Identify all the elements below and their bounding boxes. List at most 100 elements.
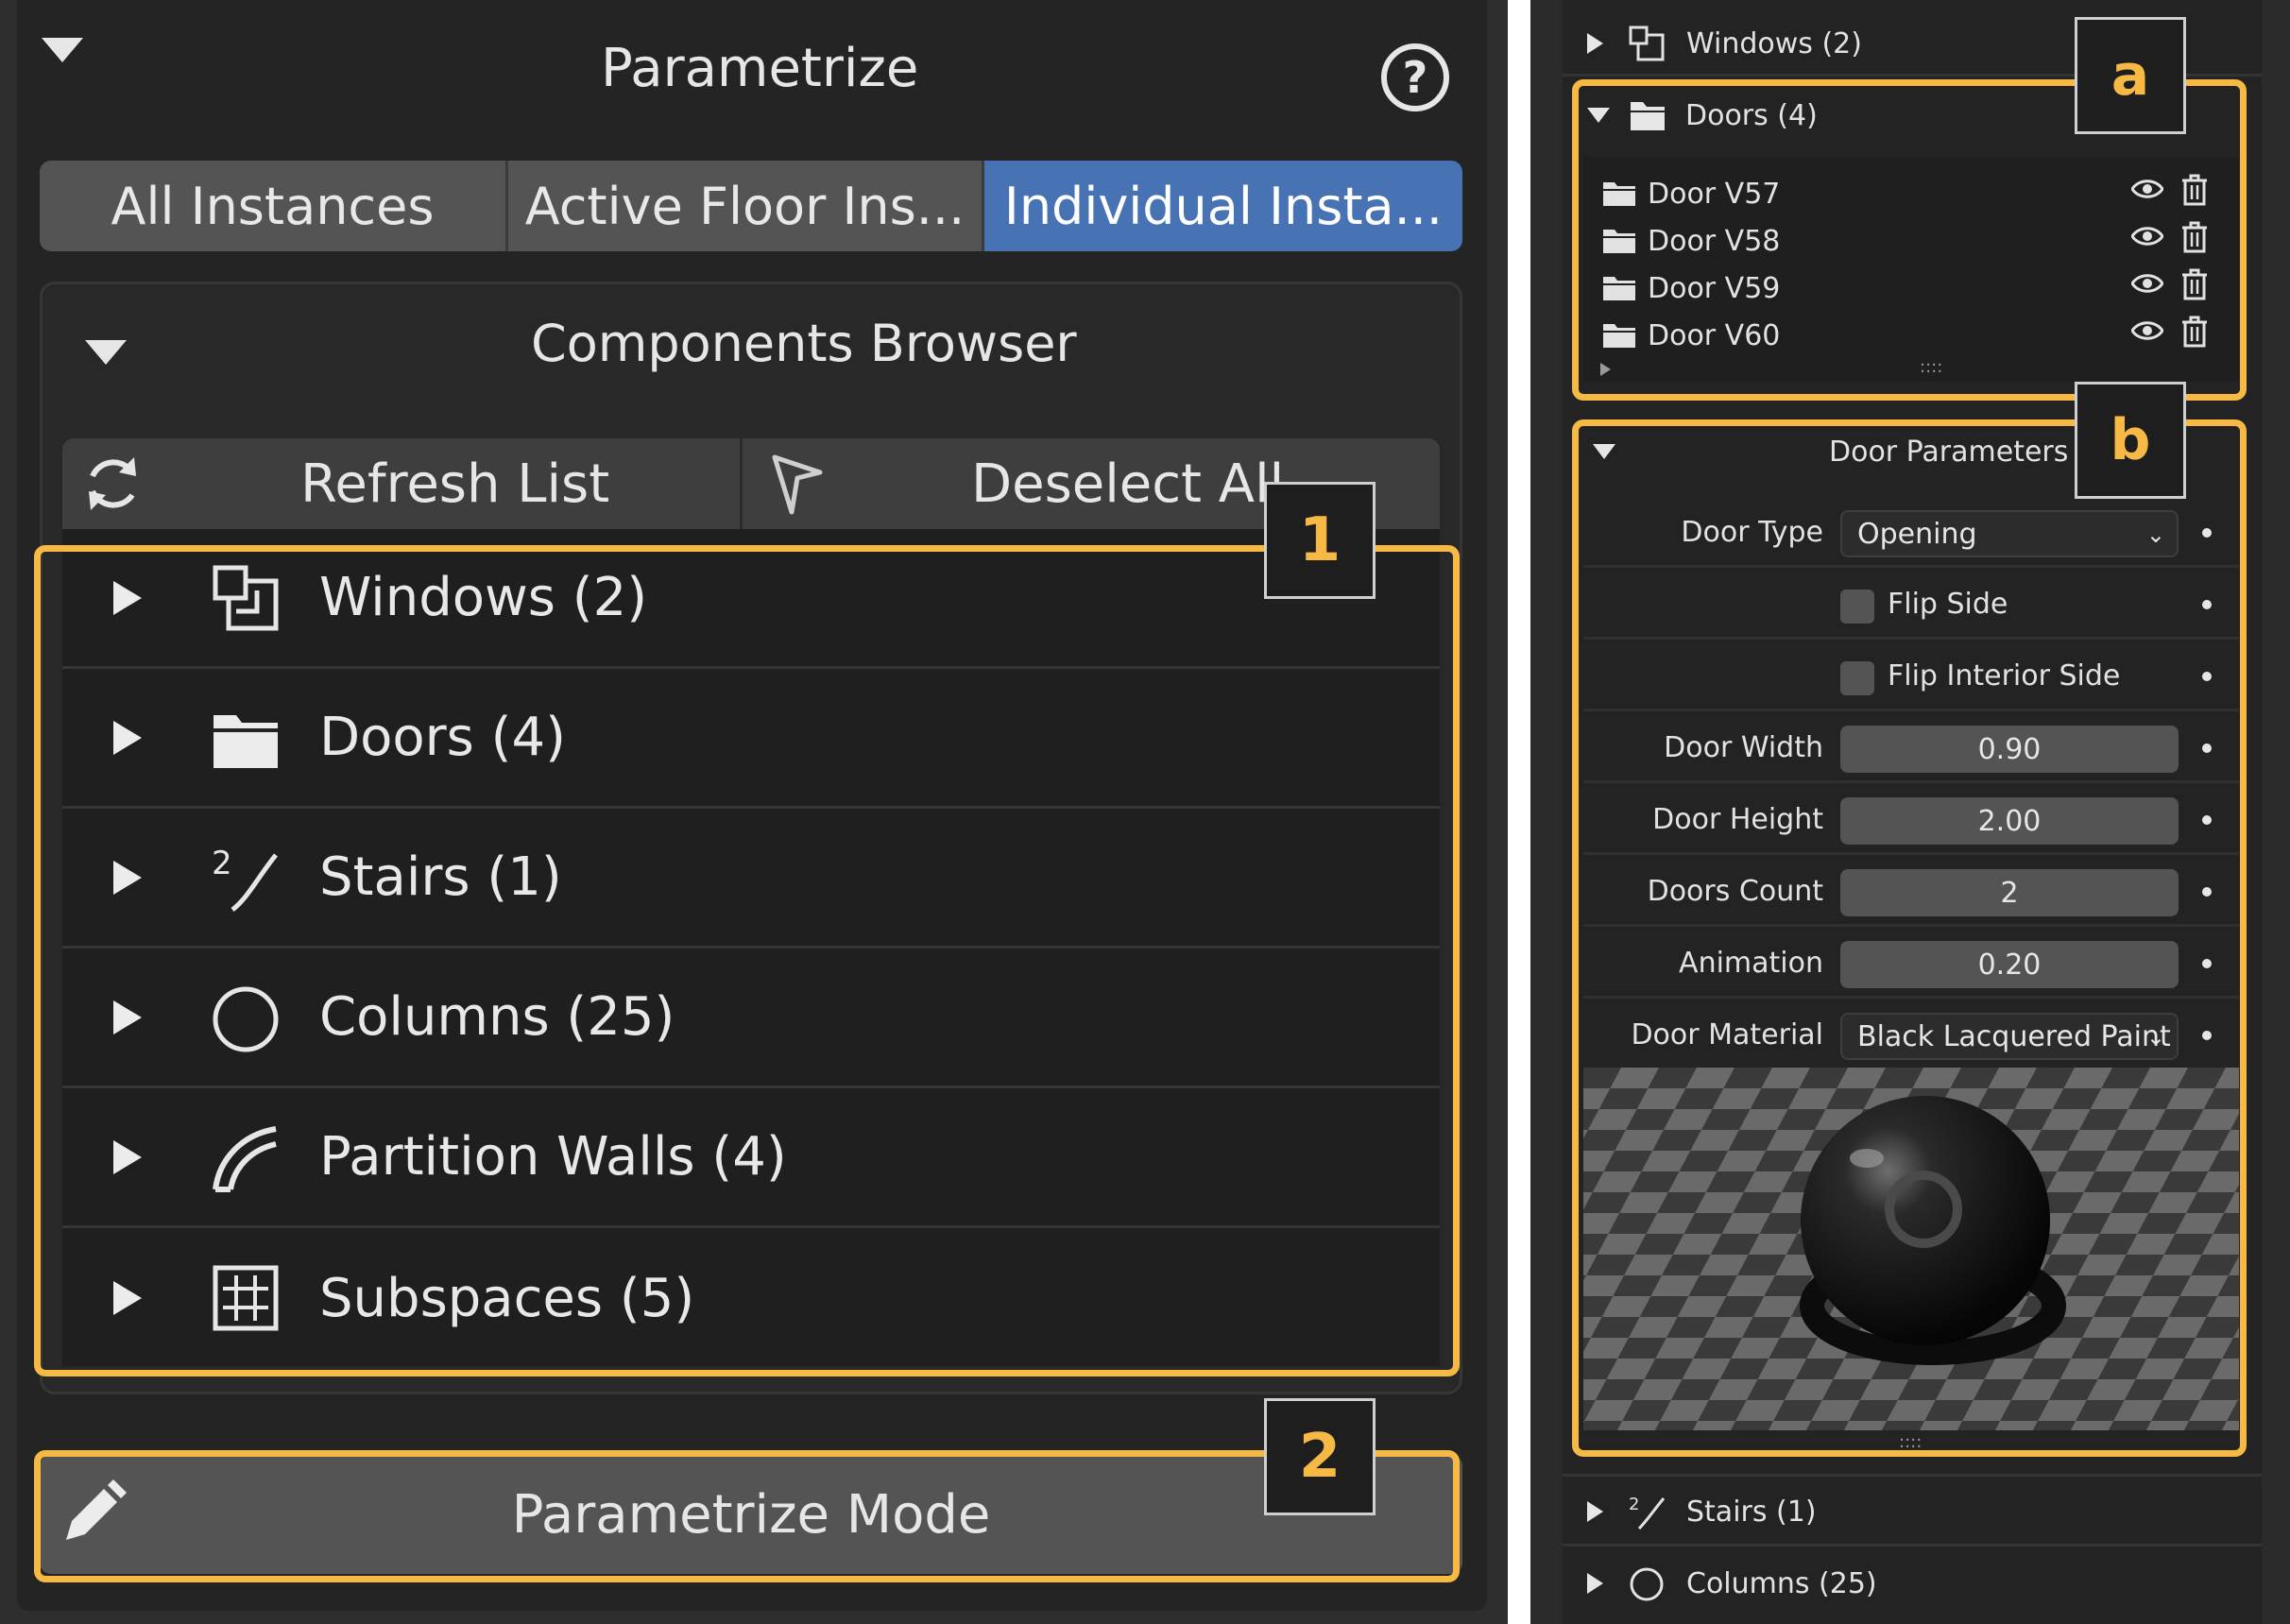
category-label: Stairs (1)	[1686, 1495, 1817, 1529]
expand-icon[interactable]	[113, 860, 142, 895]
category-label: Doors (4)	[319, 707, 566, 768]
param-row-animation: Animation 0.20	[1583, 928, 2239, 999]
keyframe-dot-icon[interactable]	[2202, 959, 2212, 968]
list-item-door-v60[interactable]: Door V60	[1602, 312, 2226, 359]
trash-icon[interactable]	[2180, 316, 2209, 348]
trash-icon[interactable]	[2180, 174, 2209, 206]
refresh-icon	[89, 457, 136, 510]
folder-icon	[208, 700, 283, 776]
door-material-select[interactable]: Black Lacquered Paint ⌄	[1840, 1013, 2179, 1060]
keyframe-dot-icon[interactable]	[2202, 1031, 2212, 1040]
param-row-flip-side: Flip Side	[1583, 569, 2239, 640]
expand-icon[interactable]	[1587, 1501, 1603, 1522]
pencil-icon	[66, 1479, 127, 1540]
refresh-list-button[interactable]: Refresh List	[62, 438, 743, 529]
eye-icon[interactable]	[2131, 273, 2163, 294]
eye-icon[interactable]	[2131, 226, 2163, 247]
trash-icon[interactable]	[2180, 221, 2209, 253]
list-options-icon[interactable]	[1600, 363, 1611, 376]
flip-interior-checkbox[interactable]	[1840, 661, 1874, 695]
refresh-list-label: Refresh List	[300, 453, 610, 515]
param-row-door-width: Door Width 0.90	[1583, 712, 2239, 783]
category-row-columns[interactable]: Columns (25)	[1563, 1557, 2262, 1610]
expand-icon[interactable]	[113, 720, 142, 755]
flip-side-checkbox[interactable]	[1840, 590, 1874, 624]
door-name: Door V57	[1648, 177, 1781, 211]
param-label: Animation	[1679, 947, 1823, 980]
folder-icon	[1603, 182, 1635, 206]
collapse-icon[interactable]	[1593, 444, 1615, 459]
param-label: Door Width	[1664, 731, 1823, 764]
list-item-door-v57[interactable]: Door V57	[1602, 170, 2226, 217]
param-row-flip-interior: Flip Interior Side	[1583, 641, 2239, 711]
window-icon	[1629, 26, 1665, 61]
help-icon[interactable]: ?	[1381, 43, 1449, 111]
callout-badge-1: 1	[1264, 482, 1376, 599]
keyframe-dot-icon[interactable]	[2202, 815, 2212, 825]
category-row-partition-walls[interactable]: Partition Walls (4)	[62, 1088, 1440, 1228]
door-name: Door V58	[1648, 224, 1781, 258]
expand-icon[interactable]	[113, 1281, 142, 1315]
keyframe-dot-icon[interactable]	[2202, 744, 2212, 753]
collapse-icon[interactable]	[1587, 108, 1610, 123]
cursor-arrow-icon	[772, 454, 823, 515]
door-width-field[interactable]: 0.90	[1840, 726, 2179, 773]
eye-icon[interactable]	[2131, 320, 2163, 341]
category-row-doors[interactable]: Doors (4)	[62, 669, 1440, 809]
category-label: Columns (25)	[1686, 1566, 1877, 1600]
select-value: Opening	[1857, 517, 1977, 551]
preview-resize-grip[interactable]: ::::	[1899, 1432, 1922, 1452]
expand-icon[interactable]	[113, 1139, 142, 1174]
category-label: Stairs (1)	[319, 846, 562, 908]
category-row-windows[interactable]: Windows (2)	[62, 529, 1440, 669]
collapse-panel-icon[interactable]	[42, 38, 83, 62]
param-label: Door Type	[1681, 516, 1823, 549]
keyframe-dot-icon[interactable]	[2202, 600, 2212, 609]
category-row-columns[interactable]: Columns (25)	[62, 949, 1440, 1088]
trash-icon[interactable]	[2180, 268, 2209, 300]
svg-text:2: 2	[212, 845, 232, 882]
param-label: Door Height	[1652, 803, 1823, 836]
category-label: Partition Walls (4)	[319, 1126, 787, 1188]
door-list: Door V57 Door V58 Door V59 Door V60 ::::	[1583, 157, 2239, 382]
checkbox-label: Flip Side	[1888, 588, 2008, 621]
list-item-door-v59[interactable]: Door V59	[1602, 265, 2226, 312]
door-name: Door V59	[1648, 271, 1781, 305]
panel-title: Parametrize	[601, 38, 919, 99]
animation-field[interactable]: 0.20	[1840, 941, 2179, 988]
expand-icon[interactable]	[1587, 1573, 1603, 1594]
category-row-subspaces[interactable]: Subspaces (5)	[62, 1228, 1440, 1368]
param-row-doors-count: Doors Count 2	[1583, 856, 2239, 927]
parametrize-mode-button[interactable]: Parametrize Mode	[40, 1455, 1462, 1574]
expand-icon[interactable]	[113, 580, 142, 615]
callout-badge-2: 2	[1264, 1398, 1376, 1515]
eye-icon[interactable]	[2131, 179, 2163, 199]
doors-count-field[interactable]: 2	[1840, 869, 2179, 916]
list-item-door-v58[interactable]: Door V58	[1602, 217, 2226, 265]
select-value: Black Lacquered Paint	[1857, 1019, 2171, 1053]
stairs-icon: 2	[1629, 1495, 1666, 1530]
window-icon	[208, 560, 283, 636]
keyframe-dot-icon[interactable]	[2202, 528, 2212, 538]
category-label: Columns (25)	[319, 986, 675, 1048]
instance-tabs: All Instances Active Floor Ins... Indivi…	[40, 161, 1462, 251]
keyframe-dot-icon[interactable]	[2202, 672, 2212, 681]
expand-icon[interactable]	[1587, 33, 1603, 54]
deselect-all-label: Deselect All	[971, 453, 1285, 515]
keyframe-dot-icon[interactable]	[2202, 887, 2212, 897]
door-height-field[interactable]: 2.00	[1840, 797, 2179, 845]
category-label: Windows (2)	[1686, 26, 1862, 60]
divider	[1563, 1544, 2262, 1547]
list-resize-grip[interactable]: ::::	[1920, 357, 1942, 377]
tab-individual-instances[interactable]: Individual Insta...	[984, 161, 1462, 251]
folder-icon	[1603, 324, 1635, 348]
expand-icon[interactable]	[113, 1000, 142, 1034]
collapse-browser-icon[interactable]	[85, 340, 127, 365]
door-type-select[interactable]: Opening ⌄	[1840, 510, 2179, 557]
category-row-stairs[interactable]: 2 Stairs (1)	[62, 809, 1440, 949]
section-title: Door Parameters	[1829, 435, 2069, 469]
category-row-stairs[interactable]: 2 Stairs (1)	[1563, 1485, 2262, 1538]
tab-active-floor-instances[interactable]: Active Floor Ins...	[508, 161, 984, 251]
tab-all-instances[interactable]: All Instances	[40, 161, 508, 251]
folder-icon	[1603, 230, 1635, 253]
